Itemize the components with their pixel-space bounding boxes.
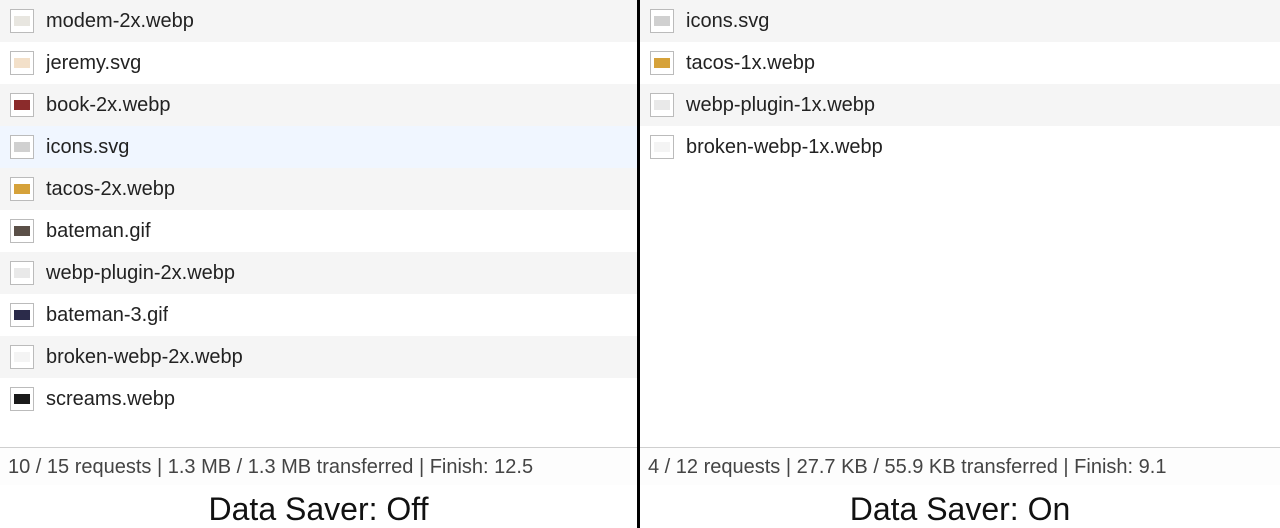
network-request-row[interactable]: tacos-1x.webp [640,42,1280,84]
panel-spacer [640,168,1280,447]
file-name: tacos-1x.webp [686,52,815,75]
network-request-row[interactable]: screams.webp [0,378,637,420]
network-request-list-on[interactable]: icons.svg tacos-1x.webp webp-plugin-1x.web… [640,0,1280,168]
file-name: webp-plugin-2x.webp [46,262,235,285]
network-request-row[interactable]: broken-webp-1x.webp [640,126,1280,168]
network-request-row[interactable]: icons.svg [0,126,637,168]
network-request-row[interactable]: broken-webp-2x.webp [0,336,637,378]
split-comparison: modem-2x.webp jeremy.svg book-2x.webp icons… [0,0,1280,528]
file-name: tacos-2x.webp [46,178,175,201]
file-thumbnail-icon [10,345,34,369]
file-name: bateman.gif [46,220,151,243]
file-thumbnail-icon [650,9,674,33]
file-thumbnail-icon [10,219,34,243]
file-thumbnail-icon [10,93,34,117]
file-thumbnail-icon [650,51,674,75]
network-request-row[interactable]: bateman-3.gif [0,294,637,336]
panel-off: modem-2x.webp jeremy.svg book-2x.webp icons… [0,0,640,528]
file-thumbnail-icon [10,261,34,285]
panel-on: icons.svg tacos-1x.webp webp-plugin-1x.web… [640,0,1280,528]
network-status-bar-off: 10 / 15 requests | 1.3 MB / 1.3 MB trans… [0,447,637,485]
file-name: icons.svg [686,10,769,33]
file-name: screams.webp [46,388,175,411]
file-name: book-2x.webp [46,94,171,117]
file-name: jeremy.svg [46,52,141,75]
file-thumbnail-icon [10,177,34,201]
caption-off: Data Saver: Off [0,485,637,528]
file-thumbnail-icon [10,303,34,327]
panel-spacer [0,420,637,447]
network-request-list-off[interactable]: modem-2x.webp jeremy.svg book-2x.webp icons… [0,0,637,420]
file-name: broken-webp-2x.webp [46,346,243,369]
file-name: bateman-3.gif [46,304,168,327]
file-name: webp-plugin-1x.webp [686,94,875,117]
network-request-row[interactable]: modem-2x.webp [0,0,637,42]
network-request-row[interactable]: bateman.gif [0,210,637,252]
file-thumbnail-icon [10,9,34,33]
file-thumbnail-icon [10,135,34,159]
network-request-row[interactable]: icons.svg [640,0,1280,42]
network-status-bar-on: 4 / 12 requests | 27.7 KB / 55.9 KB tran… [640,447,1280,485]
file-name: modem-2x.webp [46,10,194,33]
network-request-row[interactable]: webp-plugin-2x.webp [0,252,637,294]
network-request-row[interactable]: jeremy.svg [0,42,637,84]
file-thumbnail-icon [650,93,674,117]
file-thumbnail-icon [650,135,674,159]
file-name: icons.svg [46,136,129,159]
caption-on: Data Saver: On [640,485,1280,528]
network-request-row[interactable]: webp-plugin-1x.webp [640,84,1280,126]
network-request-row[interactable]: book-2x.webp [0,84,637,126]
network-request-row[interactable]: tacos-2x.webp [0,168,637,210]
file-thumbnail-icon [10,51,34,75]
file-name: broken-webp-1x.webp [686,136,883,159]
file-thumbnail-icon [10,387,34,411]
